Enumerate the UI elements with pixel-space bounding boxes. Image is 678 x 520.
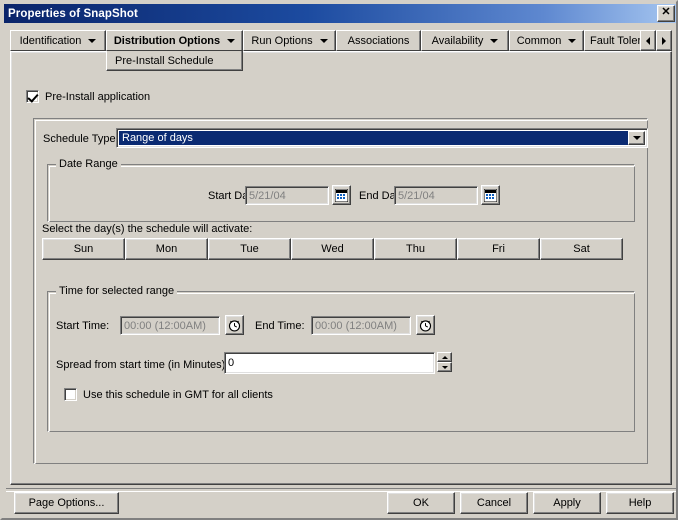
start-date-value: 5/21/04 [249, 189, 286, 202]
apply-label: Apply [553, 497, 581, 509]
pre-install-application-label: Pre-Install application [45, 90, 151, 103]
tab-common[interactable]: Common [509, 30, 584, 51]
date-range-group-title: Date Range [56, 158, 121, 170]
tab-scroll-left-button[interactable] [640, 30, 656, 51]
tab-associations-label: Associations [347, 34, 410, 47]
title-bar: Properties of SnapShot ✕ [4, 4, 676, 23]
schedule-type-combobox[interactable]: Range of days [116, 128, 648, 148]
end-time-clock-button[interactable] [416, 315, 435, 335]
day-button-tue[interactable]: Tue [208, 238, 291, 260]
properties-dialog-window: Properties of SnapShot ✕ Identification … [0, 0, 678, 520]
day-button-sat[interactable]: Sat [540, 238, 623, 260]
checkbox-icon [26, 90, 39, 103]
tab-fault-tolerance-label: Fault Toleran [590, 34, 645, 47]
spread-decrement-button[interactable] [437, 362, 452, 372]
spread-increment-button[interactable] [437, 352, 452, 362]
start-date-calendar-button[interactable] [332, 185, 351, 205]
calendar-icon [335, 188, 348, 202]
gmt-schedule-checkbox[interactable]: Use this schedule in GMT for all clients [64, 388, 273, 401]
day-button-mon[interactable]: Mon [125, 238, 208, 260]
chevron-down-icon [227, 38, 236, 43]
tab-scroll-buttons [640, 30, 672, 51]
apply-button[interactable]: Apply [533, 492, 601, 514]
day-selection-instruction: Select the day(s) the schedule will acti… [42, 223, 253, 235]
start-time-label: Start Time: [56, 320, 110, 332]
schedule-type-value: Range of days [119, 131, 628, 145]
window-title: Properties of SnapShot [8, 7, 138, 20]
subtab-pre-install-schedule[interactable]: Pre-Install Schedule [106, 50, 243, 71]
tab-availability-label: Availability [431, 34, 484, 47]
chevron-down-icon [319, 38, 328, 43]
spread-stepper-buttons [437, 352, 452, 372]
chevron-down-icon [632, 136, 641, 140]
end-date-input[interactable]: 5/21/04 [394, 186, 478, 205]
chevron-down-icon [568, 38, 577, 43]
subtab-pre-install-schedule-label: Pre-Install Schedule [115, 54, 214, 67]
checkbox-icon [64, 388, 77, 401]
chevron-down-icon [490, 38, 499, 43]
spread-value: 0 [228, 357, 235, 369]
cancel-label: Cancel [476, 497, 512, 509]
day-button-wed-label: Wed [321, 243, 344, 255]
pre-install-application-checkbox[interactable]: Pre-Install application [26, 90, 150, 103]
cancel-button[interactable]: Cancel [460, 492, 528, 514]
close-icon: ✕ [661, 6, 671, 18]
tab-availability[interactable]: Availability [421, 30, 509, 51]
spread-input[interactable]: 0 [224, 352, 435, 374]
tab-common-label: Common [516, 34, 562, 47]
end-date-calendar-button[interactable] [481, 185, 500, 205]
chevron-down-icon [88, 38, 97, 43]
close-button[interactable]: ✕ [657, 5, 675, 22]
day-button-sun[interactable]: Sun [42, 238, 125, 260]
ok-label: OK [413, 497, 429, 509]
spread-stepper [436, 352, 452, 372]
tab-run-options[interactable]: Run Options [243, 30, 336, 51]
calendar-icon [484, 188, 497, 202]
day-button-mon-label: Mon [155, 243, 178, 255]
chevron-right-icon [662, 36, 666, 45]
tab-identification-label: Identification [19, 34, 82, 47]
tab-distribution-options-label: Distribution Options [113, 34, 221, 47]
chevron-up-icon [441, 355, 448, 359]
help-button[interactable]: Help [606, 492, 674, 514]
start-date-input[interactable]: 5/21/04 [245, 186, 329, 205]
page-options-button[interactable]: Page Options... [14, 492, 119, 514]
time-range-group-title: Time for selected range [56, 285, 178, 297]
chevron-down-icon [441, 365, 448, 369]
day-button-thu[interactable]: Thu [374, 238, 457, 260]
clock-icon [419, 319, 432, 332]
clock-icon [228, 319, 241, 332]
end-time-value: 00:00 (12:00AM) [315, 319, 397, 332]
start-time-input[interactable]: 00:00 (12:00AM) [120, 316, 220, 335]
chevron-left-icon [646, 36, 650, 45]
gmt-schedule-label: Use this schedule in GMT for all clients [83, 388, 273, 401]
spread-label: Spread from start time (in Minutes) [56, 359, 226, 371]
tab-strip: Identification Distribution Options Run … [10, 30, 672, 71]
tab-run-options-label: Run Options [251, 34, 313, 47]
tab-distribution-options[interactable]: Distribution Options [106, 30, 243, 51]
start-time-clock-button[interactable] [225, 315, 244, 335]
day-button-fri-label: Fri [492, 243, 505, 255]
combobox-dropdown-button[interactable] [628, 131, 645, 145]
day-button-sun-label: Sun [73, 243, 94, 255]
day-button-sat-label: Sat [573, 243, 590, 255]
tab-associations[interactable]: Associations [336, 30, 421, 51]
day-button-wed[interactable]: Wed [291, 238, 374, 260]
ok-button[interactable]: OK [387, 492, 455, 514]
end-date-value: 5/21/04 [398, 189, 435, 202]
end-time-input[interactable]: 00:00 (12:00AM) [311, 316, 411, 335]
start-time-value: 00:00 (12:00AM) [124, 319, 206, 332]
page-options-label: Page Options... [28, 497, 105, 509]
end-time-label: End Time: [255, 320, 305, 332]
day-button-fri[interactable]: Fri [457, 238, 540, 260]
schedule-type-label: Schedule Type: [43, 133, 119, 145]
help-label: Help [628, 497, 652, 509]
tab-identification[interactable]: Identification [10, 30, 106, 51]
day-button-thu-label: Thu [406, 243, 425, 255]
day-button-tue-label: Tue [240, 243, 259, 255]
tab-content-panel: Pre-Install application Schedule Type: R… [10, 51, 672, 485]
tab-scroll-right-button[interactable] [656, 30, 672, 51]
tab-fault-tolerance[interactable]: Fault Toleran [584, 30, 646, 51]
